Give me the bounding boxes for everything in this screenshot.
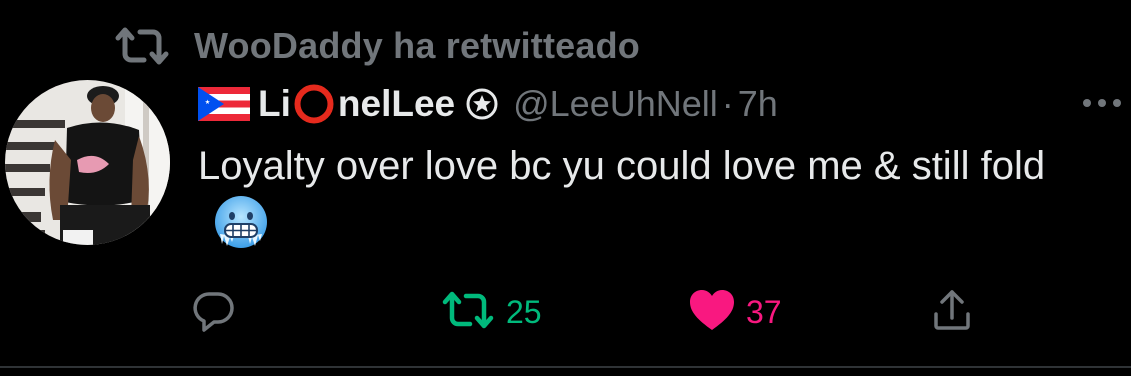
tweet-text: Loyalty over love bc yu could love me & … bbox=[198, 144, 1046, 188]
tweet-header: Li nelLee @LeeUhNell · 7h bbox=[198, 80, 778, 128]
heart-icon bbox=[688, 288, 736, 337]
retweet-icon bbox=[112, 24, 172, 68]
verified-badge-icon bbox=[465, 87, 499, 121]
tweet-card[interactable]: WooDaddy ha retwitteado Li nelLee @LeeUh… bbox=[0, 0, 1131, 376]
display-name[interactable]: Li nelLee bbox=[258, 83, 455, 125]
share-icon bbox=[928, 286, 976, 339]
reply-icon bbox=[190, 286, 238, 339]
retweet-button[interactable]: 25 bbox=[440, 282, 542, 342]
display-name-suffix: nelLee bbox=[337, 83, 456, 124]
like-button[interactable]: 37 bbox=[688, 282, 782, 342]
avatar[interactable] bbox=[5, 80, 170, 245]
like-count: 37 bbox=[746, 293, 782, 330]
tweet-body: Loyalty over love bc yu could love me & … bbox=[198, 138, 1098, 253]
red-circle-icon bbox=[293, 83, 335, 125]
retweet-banner: WooDaddy ha retwitteado bbox=[112, 22, 640, 70]
puerto-rico-flag-icon bbox=[198, 87, 250, 121]
share-button[interactable] bbox=[928, 282, 976, 342]
display-name-prefix: Li bbox=[258, 83, 291, 124]
cold-face-emoji-icon bbox=[212, 194, 270, 252]
tweet-actions: 25 37 bbox=[0, 282, 1131, 342]
retweet-action-icon bbox=[440, 288, 496, 337]
user-handle[interactable]: @LeeUhNell bbox=[513, 83, 718, 125]
reply-button[interactable] bbox=[190, 282, 248, 342]
retweet-banner-text[interactable]: WooDaddy ha retwitteado bbox=[194, 25, 640, 67]
separator-dot: · bbox=[721, 83, 734, 124]
divider bbox=[0, 366, 1131, 368]
tweet-timestamp[interactable]: 7h bbox=[738, 83, 778, 125]
retweet-count: 25 bbox=[506, 293, 542, 330]
more-options-icon[interactable] bbox=[1078, 88, 1126, 118]
